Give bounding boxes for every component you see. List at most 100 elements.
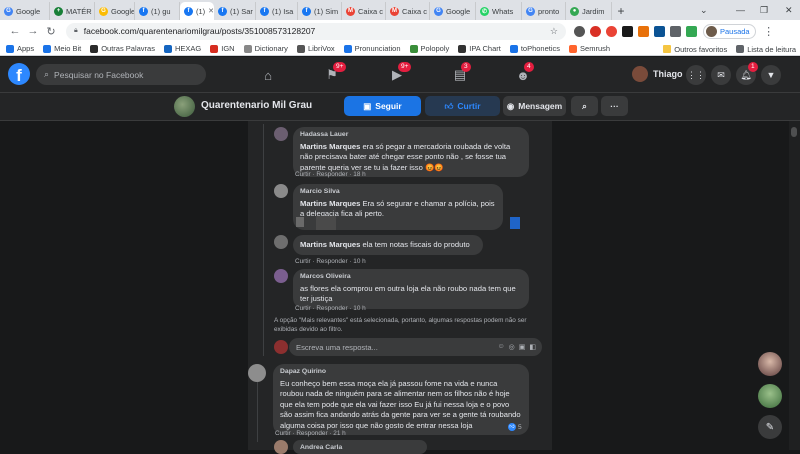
close-window-button[interactable]: ✕ [785,0,793,20]
scrollbar-thumb[interactable] [791,127,797,137]
messenger-icon[interactable]: ✉ [711,65,731,85]
minimize-button[interactable]: — [736,0,745,20]
reply-input[interactable]: Escreva uma resposta... ☺ ◎ ▣ ◧ [289,338,542,356]
avatar[interactable] [248,364,266,382]
comment-time[interactable]: 21 h [333,430,345,437]
bookmark-item[interactable]: Dictionary [243,44,288,53]
forward-icon[interactable]: → [24,25,42,37]
more-options-button[interactable]: ··· [601,96,628,116]
like-page-button[interactable]: 👍︎ Curtir [425,96,500,116]
profile-button[interactable]: Pausada [703,23,756,39]
facebook-logo-icon[interactable]: f [8,63,30,85]
follow-button[interactable]: ▣ Seguir [344,96,421,116]
mention-tag[interactable]: Martins Marques [300,199,360,208]
comment-time[interactable]: 18 h [353,171,365,178]
sticker-icon[interactable]: ◧ [529,343,536,351]
browser-tab[interactable]: G Google [95,2,135,20]
bookmark-folder-other[interactable]: Outros favoritos [663,45,727,54]
reload-icon[interactable]: ↻ [42,25,60,38]
comment-author[interactable]: Dapaz Quirino [280,367,522,378]
bookmark-item[interactable]: Pronunciation [343,44,401,53]
comment-author[interactable]: Andrea Carla [300,443,420,454]
page-scrollbar[interactable] [789,121,800,450]
browser-tab[interactable]: f (1) Sim [298,2,342,20]
contact-avatar[interactable] [758,384,782,408]
bookmark-item[interactable]: LibriVox [296,44,335,53]
maximize-button[interactable]: ❐ [760,0,768,20]
extension-icon[interactable] [606,25,617,37]
extension-icon[interactable] [686,25,697,37]
browser-tab[interactable]: f (1) Isa [256,2,298,20]
browser-tab[interactable]: M Caixa c [342,2,386,20]
reply-link[interactable]: Responder [316,305,347,312]
message-button[interactable]: ◉ Mensagem [503,96,566,116]
bookmark-item[interactable]: Outras Palavras [90,44,155,53]
bookmark-item[interactable]: IGN [210,44,235,53]
browser-tab[interactable]: f (1) gu [135,2,180,20]
comment-time[interactable]: 10 h [353,258,365,265]
extension-icon[interactable] [590,25,601,37]
groups-icon[interactable]: ☻ 4 [513,62,534,85]
contact-avatar[interactable] [758,352,782,376]
menu-icon[interactable]: ⋮ [760,25,778,38]
browser-tab[interactable]: f (1) ✕ [180,2,214,20]
emoji-icon[interactable]: ☺ [497,343,504,351]
menu-grid-icon[interactable]: ⋮⋮ [686,65,706,85]
bookmark-item[interactable]: Meio Bit [43,44,81,53]
reading-list-button[interactable]: Lista de leitura [736,45,796,54]
bookmark-item[interactable]: Apps [6,44,34,53]
like-link[interactable]: Curtir [295,305,311,312]
browser-tab[interactable]: G Google [0,2,50,20]
like-link[interactable]: Curtir [295,258,311,265]
tab-search-icon[interactable]: ⌄ [700,0,708,20]
pages-flag-icon[interactable]: ⚑ 9+ [322,62,347,85]
reply-link[interactable]: Responder [296,430,327,437]
url-input[interactable]: 🔒︎ facebook.com/quarentenariomilgrau/pos… [66,22,566,40]
bookmark-item[interactable]: Polopoly [409,44,449,53]
lock-icon[interactable]: 🔒︎ [74,27,78,35]
avatar[interactable] [274,269,288,283]
home-icon[interactable]: ⌂ [258,65,278,85]
browser-tab[interactable]: + MATÉR [50,2,95,20]
bookmark-star-icon[interactable]: ☆ [550,26,558,37]
mention-tag[interactable]: Martins Marques [300,240,360,251]
like-link[interactable]: Curtir [295,171,311,178]
page-title[interactable]: Quarentenario Mil Grau [201,100,312,111]
account-chevron-icon[interactable]: ▼ [761,65,781,85]
comment-time[interactable]: 10 h [353,305,365,312]
browser-tab[interactable]: Gpronto [522,2,566,20]
mention-tag[interactable]: Martins Marques [300,142,360,151]
browser-tab[interactable]: ● Jardim [566,2,612,20]
like-link[interactable]: Curtir [275,430,291,437]
extension-icon[interactable] [622,25,633,37]
gif-icon[interactable]: ▣ [519,343,526,351]
bookmark-item[interactable]: HEXAG [163,44,201,53]
marketplace-icon[interactable]: ▤ 3 [450,62,471,85]
browser-tab[interactable]: ✆ Whats [476,2,522,20]
browser-tab[interactable]: f (1) Sar [214,2,256,20]
comment-author[interactable]: Marcio Silva [300,187,496,198]
extension-icon[interactable] [654,25,665,37]
browser-tab[interactable]: G Google [430,2,476,20]
avatar[interactable] [274,184,288,198]
page-avatar[interactable] [174,96,195,117]
search-input[interactable]: ⌕ Pesquisar no Facebook [36,64,206,85]
browser-tab[interactable]: M Caixa c [386,2,430,20]
avatar[interactable] [274,235,288,249]
profile-link[interactable]: Thiago [632,66,683,82]
puzzle-icon[interactable] [670,25,681,37]
bookmark-item[interactable]: IPA Chart [458,44,501,53]
back-icon[interactable]: ← [6,25,24,37]
notifications-icon[interactable]: 🔔︎ 1 [736,62,758,85]
watch-icon[interactable]: ▶ 9+ [387,62,412,85]
comment-author[interactable]: Hadassa Lauer [300,130,522,141]
reply-link[interactable]: Responder [316,171,347,178]
page-search-button[interactable]: ⌕ [571,96,598,116]
new-tab-button[interactable]: + [612,2,630,20]
extension-icon[interactable] [638,25,649,37]
comment-author[interactable]: Marcos Oliveira [300,272,522,283]
avatar[interactable] [274,440,288,454]
extension-icon[interactable] [574,25,585,37]
new-message-button[interactable]: ✎ [758,415,782,439]
camera-icon[interactable]: ◎ [509,343,515,351]
